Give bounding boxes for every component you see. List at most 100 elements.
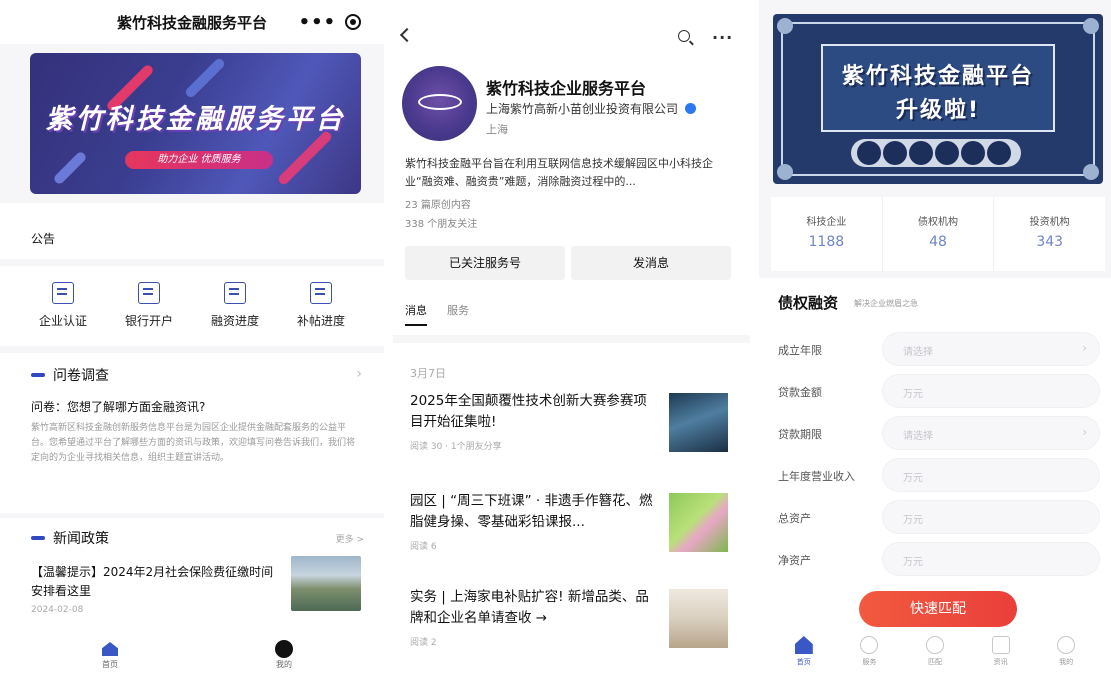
list-item[interactable]: 实务 | 上海家电补贴扩容! 新增品类、品牌和企业名单请查收 → 阅读 2 — [410, 587, 733, 667]
corner-decoration — [777, 164, 793, 180]
tab-label: 我的 — [276, 660, 292, 669]
feed-card: 3月7日 2025年全国颠覆性技术创新大赛参赛项目开始征集啦! 阅读 30 · … — [393, 343, 750, 670]
form-title: 债权融资 — [778, 294, 839, 312]
news-date: 2024-02-08 — [31, 605, 84, 615]
tab-label: 服务 — [862, 658, 877, 666]
avatar[interactable] — [402, 66, 477, 141]
form-check-icon — [310, 282, 332, 304]
panel-home: 紫竹科技金融服务平台 ••• 紫竹科技金融服务平台 助力企业 优质服务 公告 企… — [0, 0, 384, 679]
news-title[interactable]: 【温馨提示】2024年2月社会保险费征缴时间安排看这里 — [31, 563, 283, 601]
tab-services[interactable]: 服务 — [844, 630, 894, 679]
banner-title: 紫竹科技金融服务平台 — [45, 104, 346, 135]
bank-card-icon — [138, 282, 160, 304]
verified-icon — [684, 103, 696, 114]
field-placeholder: 万元 — [903, 557, 923, 568]
tab-news[interactable]: 资讯 — [976, 630, 1026, 679]
quick-action-label: 补帖进度 — [296, 314, 345, 328]
net-assets-input[interactable]: 万元 — [882, 542, 1100, 576]
account-company[interactable]: 上海紫竹高新小苗创业投资有限公司 — [486, 100, 696, 117]
field-row: 成立年限 请选择 › — [778, 332, 1100, 366]
article-thumbnail — [669, 493, 728, 552]
panel-official-account: ··· 紫竹科技企业服务平台 上海紫竹高新小苗创业投资有限公司 上海 紫竹科技金… — [384, 0, 759, 679]
more-icon[interactable]: ··· — [712, 28, 733, 47]
annual-revenue-input[interactable]: 万元 — [882, 458, 1100, 492]
article-meta: 阅读 6 — [410, 542, 437, 552]
quick-action-financing-progress[interactable]: 融资进度 — [200, 266, 270, 346]
news-icon — [991, 636, 1010, 654]
tab-label: 匹配 — [927, 658, 942, 666]
account-intro[interactable]: 紫竹科技金融平台旨在利用互联网信息技术缓解园区中小科技企业“融资难、融资贵”难题… — [405, 155, 735, 191]
stat-value: 1188 — [808, 234, 845, 250]
user-icon — [275, 640, 293, 658]
field-placeholder: 请选择 — [903, 431, 933, 442]
home-banner[interactable]: 紫竹科技金融服务平台 助力企业 优质服务 — [30, 53, 361, 194]
stat-value: 48 — [929, 234, 947, 250]
section-heading: 问卷调查 — [31, 365, 109, 385]
heading-accent-bar — [31, 536, 45, 540]
logo-icon — [418, 94, 462, 110]
dot — [857, 141, 881, 165]
field-row: 净资产 万元 — [778, 542, 1100, 576]
account-name: 紫竹科技企业服务平台 — [486, 79, 647, 98]
articles-count: 23 篇原创内容 — [405, 200, 471, 211]
field-label: 贷款金额 — [778, 386, 822, 399]
building-icon — [52, 282, 74, 304]
followed-button[interactable]: 已关注服务号 — [405, 246, 565, 280]
corner-decoration — [1083, 164, 1099, 180]
tab-match[interactable]: 匹配 — [910, 630, 960, 679]
banner-line2: 升级啦! — [895, 98, 981, 123]
tab-home[interactable]: 首页 — [779, 630, 829, 679]
banner-stripe — [276, 129, 334, 187]
quick-match-button[interactable]: 快速匹配 — [859, 591, 1017, 627]
quick-actions: 企业认证 银行开户 融资进度 补帖进度 — [0, 266, 384, 346]
dot — [961, 141, 985, 165]
loan-term-select[interactable]: 请选择 › — [882, 416, 1100, 450]
platform-stats: 科技企业 1188 债权机构 48 投资机构 343 — [771, 197, 1105, 271]
capsule-menu[interactable]: ••• — [294, 9, 366, 35]
banner-stripe — [183, 56, 227, 100]
list-item[interactable]: 2025年全国颠覆性技术创新大赛参赛项目开始征集啦! 阅读 30 · 1个朋友分… — [410, 391, 733, 471]
news-thumbnail[interactable] — [291, 556, 361, 611]
tab-me[interactable]: 我的 — [1041, 630, 1091, 679]
total-assets-input[interactable]: 万元 — [882, 500, 1100, 534]
tab-home[interactable]: 首页 — [90, 638, 130, 670]
tab-label: 我的 — [1059, 658, 1074, 666]
form-subtitle: 解决企业燃眉之急 — [854, 299, 918, 308]
search-icon[interactable] — [678, 30, 690, 42]
close-target-icon[interactable] — [345, 14, 362, 30]
upgrade-banner[interactable]: 紫竹科技金融平台 升级啦! — [773, 14, 1103, 184]
dot — [935, 141, 959, 165]
quick-action-company-certification[interactable]: 企业认证 — [28, 266, 98, 346]
back-icon[interactable] — [399, 27, 415, 43]
more-link[interactable]: 更多 > — [336, 532, 364, 545]
account-city: 上海 — [486, 123, 508, 136]
notice-label: 公告 — [31, 232, 56, 246]
field-placeholder: 万元 — [903, 389, 923, 400]
tab-bar: 首页 服务 匹配 资讯 我的 — [759, 630, 1111, 679]
followers-count: 338 个朋友关注 — [405, 219, 478, 230]
stat-investment-institutions: 投资机构 343 — [994, 197, 1105, 271]
field-label: 总资产 — [778, 512, 811, 525]
corner-decoration — [1083, 18, 1099, 34]
loan-amount-input[interactable]: 万元 — [882, 374, 1100, 408]
tab-messages[interactable]: 消息 — [405, 302, 427, 326]
tab-services[interactable]: 服务 — [447, 302, 469, 326]
survey-description: 紫竹高新区科技金融创新服务信息平台是为园区企业提供金融配套服务的公益平台。您希望… — [31, 423, 356, 463]
tab-bar: 首页 我的 — [0, 630, 384, 679]
establishment-years-select[interactable]: 请选择 › — [882, 332, 1100, 366]
more-icon[interactable]: ••• — [299, 12, 337, 33]
home-icon — [794, 636, 813, 654]
send-message-button[interactable]: 发消息 — [571, 246, 731, 280]
quick-action-bank-account[interactable]: 银行开户 — [114, 266, 184, 346]
survey-section[interactable]: 问卷调查 › 问卷：您想了解哪方面金融资讯? 紫竹高新区科技金融创新服务信息平台… — [0, 353, 384, 513]
field-row: 贷款金额 万元 — [778, 374, 1100, 408]
chevron-right-icon[interactable]: › — [356, 366, 362, 382]
notice-bar[interactable]: 公告 — [0, 203, 384, 259]
heading-accent-bar — [31, 373, 45, 377]
account-tabs: 消息 服务 — [405, 302, 469, 326]
quick-action-subsidy-progress[interactable]: 补帖进度 — [286, 266, 356, 346]
list-item[interactable]: 园区 | “周三下班课” · 非遗手作簪花、燃脂健身操、零基础彩铅课报... 阅… — [410, 491, 733, 571]
tab-label: 首页 — [102, 660, 118, 669]
tab-me[interactable]: 我的 — [264, 638, 304, 670]
banner-stripe — [52, 150, 88, 186]
